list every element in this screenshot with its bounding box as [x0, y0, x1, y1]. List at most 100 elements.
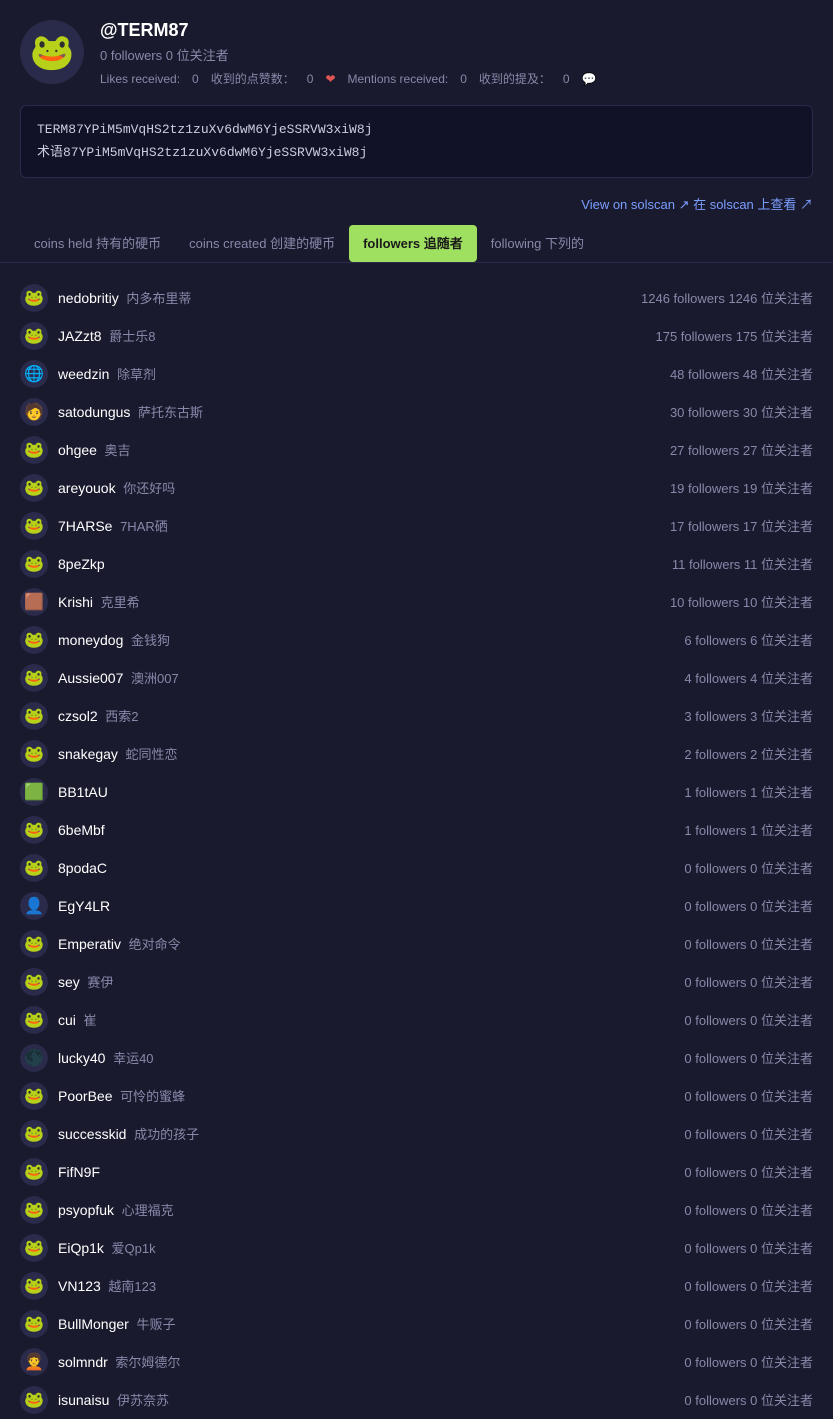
follower-avatar: 🐸: [20, 702, 48, 730]
follower-name: successkid 成功的孩子: [58, 1124, 603, 1143]
follower-avatar: 🐸: [20, 1158, 48, 1186]
follower-handle: cui: [58, 1012, 76, 1028]
follower-handle: sey: [58, 974, 80, 990]
follower-handle: 8peZkp: [58, 556, 105, 572]
follower-avatar: 🐸: [20, 1386, 48, 1414]
follower-row[interactable]: 🐸moneydog 金钱狗6 followers 6 位关注者: [10, 621, 823, 659]
follower-chinese-name: 成功的孩子: [130, 1127, 199, 1142]
follower-chinese-name: 崔: [80, 1013, 97, 1028]
follower-row[interactable]: 👤EgY4LR0 followers 0 位关注者: [10, 887, 823, 925]
view-solscan[interactable]: View on solscan ↗ 在 solscan 上查看 ↗: [0, 190, 833, 225]
follower-row[interactable]: 🐸 areyouok 你还好吗 19 followers 19 位关注者: [10, 469, 823, 507]
follower-count: 0 followers 0 位关注者: [613, 1238, 813, 1257]
follower-name: moneydog 金钱狗: [58, 630, 603, 649]
follower-name: sey 赛伊: [58, 972, 603, 991]
follower-handle: Krishi: [58, 594, 93, 610]
follower-row[interactable]: 🐸cui 崔0 followers 0 位关注者: [10, 1001, 823, 1039]
follower-chinese-name: 牛贩子: [133, 1317, 176, 1332]
follower-count: 19 followers 19 位关注者: [613, 478, 813, 497]
follower-handle: areyouok: [58, 480, 116, 496]
follower-row[interactable]: 🟩BB1tAU1 followers 1 位关注者: [10, 773, 823, 811]
follower-count: 3 followers 3 位关注者: [613, 706, 813, 725]
tab-following[interactable]: following 下列的: [477, 225, 598, 262]
follower-row[interactable]: 🐸czsol2 西索23 followers 3 位关注者: [10, 697, 823, 735]
follower-row[interactable]: 🐸Aussie007 澳洲0074 followers 4 位关注者: [10, 659, 823, 697]
wallet-box: TERM87YPiM5mVqHS2tz1zuXv6dwM6YjeSSRVW3xi…: [20, 105, 813, 178]
follower-avatar: 🐸: [20, 284, 48, 312]
follower-row[interactable]: 🐸successkid 成功的孩子0 followers 0 位关注者: [10, 1115, 823, 1153]
follower-row[interactable]: 🌐weedzin 除草剂48 followers 48 位关注者: [10, 355, 823, 393]
follower-avatar: 🐸: [20, 816, 48, 844]
follower-row[interactable]: 🐸ohgee 奥吉27 followers 27 位关注者: [10, 431, 823, 469]
follower-avatar: 🐸: [20, 322, 48, 350]
follower-name: PoorBee 可怜的蜜蜂: [58, 1086, 603, 1105]
follower-avatar: 🐸: [20, 474, 48, 502]
follower-row[interactable]: 🐸JAZzt8 爵士乐8175 followers 175 位关注者: [10, 317, 823, 355]
follower-row[interactable]: 🌑lucky40 幸运400 followers 0 位关注者: [10, 1039, 823, 1077]
follower-row[interactable]: 🐸8podaC0 followers 0 位关注者: [10, 849, 823, 887]
follower-chinese-name: 索尔姆德尔: [112, 1355, 181, 1370]
follower-row[interactable]: 🐸6beMbf1 followers 1 位关注者: [10, 811, 823, 849]
follower-handle: 8podaC: [58, 860, 107, 876]
tab-coins-held[interactable]: coins held 持有的硬币: [20, 225, 175, 262]
follower-name: isunaisu 伊苏奈苏: [58, 1390, 603, 1409]
follower-row[interactable]: 🧑‍🦱solmndr 索尔姆德尔0 followers 0 位关注者: [10, 1343, 823, 1381]
follower-row[interactable]: 🐸EiQp1k 爱Qp1k0 followers 0 位关注者: [10, 1229, 823, 1267]
follower-handle: nedobritiy: [58, 290, 119, 306]
wallet-line-1[interactable]: TERM87YPiM5mVqHS2tz1zuXv6dwM6YjeSSRVW3xi…: [37, 118, 796, 141]
follower-count: 0 followers 0 位关注者: [613, 1200, 813, 1219]
follower-handle: 7HARSe: [58, 518, 112, 534]
follower-handle: PoorBee: [58, 1088, 112, 1104]
follower-name: lucky40 幸运40: [58, 1048, 603, 1067]
follower-row[interactable]: 🟫 Krishi 克里希 10 followers 10 位关注者: [10, 583, 823, 621]
follower-name: EgY4LR: [58, 898, 603, 914]
follower-row[interactable]: 🐸sey 赛伊0 followers 0 位关注者: [10, 963, 823, 1001]
follower-count: 0 followers 0 位关注者: [613, 858, 813, 877]
follower-name: weedzin 除草剂: [58, 364, 603, 383]
follower-avatar: 🐸: [20, 930, 48, 958]
follower-chinese-name: 除草剂: [113, 367, 156, 382]
follower-handle: Emperativ: [58, 936, 121, 952]
follower-row[interactable]: 🐸7HARSe 7HAR硒17 followers 17 位关注者: [10, 507, 823, 545]
follower-row[interactable]: 🐸 8peZkp 11 followers 11 位关注者: [10, 545, 823, 583]
follower-row[interactable]: 🐸psyopfuk 心理福克0 followers 0 位关注者: [10, 1191, 823, 1229]
follower-avatar: 🐸: [20, 1272, 48, 1300]
follower-count: 11 followers 11 位关注者: [613, 554, 813, 573]
follower-name: solmndr 索尔姆德尔: [58, 1352, 603, 1371]
follower-row[interactable]: 🐸VN123 越南1230 followers 0 位关注者: [10, 1267, 823, 1305]
follower-handle: snakegay: [58, 746, 118, 762]
follower-handle: BullMonger: [58, 1316, 129, 1332]
follower-count: 0 followers 0 位关注者: [613, 1162, 813, 1181]
follower-row[interactable]: 🐸BullMonger 牛贩子0 followers 0 位关注者: [10, 1305, 823, 1343]
solscan-link[interactable]: View on solscan ↗ 在 solscan 上查看 ↗: [581, 197, 813, 212]
follower-name: FifN9F: [58, 1164, 603, 1180]
follower-row[interactable]: 🐸Emperativ 绝对命令0 followers 0 位关注者: [10, 925, 823, 963]
follower-handle: 6beMbf: [58, 822, 105, 838]
follower-avatar: 🐸: [20, 550, 48, 578]
follower-row[interactable]: 🐸snakegay 蛇同性恋2 followers 2 位关注者: [10, 735, 823, 773]
tabs: coins held 持有的硬币coins created 创建的硬币follo…: [0, 225, 833, 263]
wallet-line-2[interactable]: 术语87YPiM5mVqHS2tz1zuXv6dwM6YjeSSRVW3xiW8…: [37, 141, 796, 164]
profile-username[interactable]: @TERM87: [100, 20, 813, 41]
follower-chinese-name: 幸运40: [109, 1051, 153, 1066]
follower-row[interactable]: 🐸nedobritiy 内多布里蒂1246 followers 1246 位关注…: [10, 279, 823, 317]
follower-row[interactable]: 🐸 FifN9F 0 followers 0 位关注者: [10, 1153, 823, 1191]
follower-avatar: 🟫: [20, 588, 48, 616]
follower-row[interactable]: 🐸isunaisu 伊苏奈苏0 followers 0 位关注者: [10, 1381, 823, 1419]
follower-handle: FifN9F: [58, 1164, 100, 1180]
tab-coins-created[interactable]: coins created 创建的硬币: [175, 225, 349, 262]
follower-chinese-name: 你还好吗: [120, 481, 176, 496]
follower-count: 0 followers 0 位关注者: [613, 1086, 813, 1105]
follower-avatar: 🐸: [20, 968, 48, 996]
follower-row[interactable]: 🐸PoorBee 可怜的蜜蜂0 followers 0 位关注者: [10, 1077, 823, 1115]
follower-handle: solmndr: [58, 1354, 108, 1370]
follower-count: 0 followers 0 位关注者: [613, 1276, 813, 1295]
follower-name: Krishi 克里希: [58, 592, 603, 611]
follower-handle: EiQp1k: [58, 1240, 104, 1256]
follower-row[interactable]: 🧑satodungus 萨托东古斯30 followers 30 位关注者: [10, 393, 823, 431]
follower-name: BullMonger 牛贩子: [58, 1314, 603, 1333]
follower-count: 10 followers 10 位关注者: [613, 592, 813, 611]
follower-name: cui 崔: [58, 1010, 603, 1029]
tab-followers[interactable]: followers 追随者: [349, 225, 477, 262]
follower-name: snakegay 蛇同性恋: [58, 744, 603, 763]
